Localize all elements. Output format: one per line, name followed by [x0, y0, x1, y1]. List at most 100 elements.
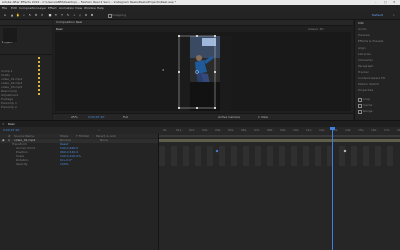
- minimize-button[interactable]: –: [375, 1, 377, 4]
- menu-composition[interactable]: Composition: [19, 7, 38, 10]
- frame-block: [267, 146, 273, 166]
- puppet-icon[interactable]: ✱: [90, 13, 94, 17]
- camera-select[interactable]: Active Camera: [218, 116, 240, 119]
- folder-icon: [38, 77, 40, 79]
- menu-effect[interactable]: Effect: [48, 7, 57, 10]
- close-button[interactable]: ✕: [393, 1, 396, 4]
- frame-block: [279, 146, 285, 166]
- menu-animation[interactable]: Animation: [59, 7, 74, 10]
- menu-help[interactable]: Help: [97, 7, 104, 10]
- hand-icon[interactable]: ✋: [16, 13, 20, 17]
- frame-block: [303, 146, 309, 166]
- right-panel: Info Audio Preview Effects & Presets Ali…: [354, 20, 400, 120]
- project-item[interactable]: Adjustment: [1, 81, 51, 97]
- frame-block: [219, 146, 225, 166]
- project-item[interactable]: video_02.mp4: [1, 69, 51, 85]
- resolution-select[interactable]: Full: [123, 116, 128, 119]
- rectangle-icon[interactable]: ■: [48, 13, 52, 17]
- section-tracker[interactable]: Tracker: [358, 71, 369, 74]
- loop-checkbox[interactable]: [358, 98, 362, 102]
- property-value[interactable]: 100%: [60, 163, 69, 166]
- workspace-name[interactable]: Default: [372, 14, 383, 17]
- ruler-tick: 12s: [319, 128, 325, 132]
- viewer-timecode[interactable]: 0;00;07;20: [88, 116, 104, 119]
- right-panel-title[interactable]: Info: [358, 22, 364, 25]
- orbit-icon[interactable]: ↻: [28, 13, 32, 17]
- ruler-tick: 02s: [189, 128, 195, 132]
- ruler-tick: 17s: [384, 128, 390, 132]
- section-preview[interactable]: Preview: [358, 34, 370, 37]
- search-icon[interactable]: ⌕: [98, 129, 100, 132]
- ruler-tick: 10s: [293, 128, 299, 132]
- text-icon[interactable]: T: [60, 13, 64, 17]
- project-item[interactable]: Solids: [1, 61, 51, 77]
- timeline-timecode[interactable]: 0;00;07;20: [3, 129, 19, 132]
- timeline-tab[interactable]: Reel: [8, 123, 14, 126]
- section-align[interactable]: Align: [358, 47, 366, 50]
- layer-parent[interactable]: None: [100, 139, 108, 142]
- menu-file[interactable]: File: [2, 7, 7, 10]
- menu-edit[interactable]: Edit: [11, 7, 17, 10]
- section-character[interactable]: Character: [358, 59, 373, 62]
- folder-icon: [38, 65, 40, 67]
- section-effects[interactable]: Effects & Presets: [358, 40, 383, 43]
- section-audio[interactable]: Audio: [358, 28, 367, 31]
- project-item[interactable]: Footage: [1, 85, 51, 101]
- stamp-icon[interactable]: ⊥: [72, 13, 76, 17]
- menu-window[interactable]: Window: [84, 7, 96, 10]
- folder-icon: [38, 69, 40, 71]
- project-item[interactable]: Comp 1: [1, 57, 51, 73]
- home-icon[interactable]: ⌂: [3, 13, 7, 17]
- anchor-point-icon[interactable]: ✕: [162, 69, 165, 72]
- layer-bounding-box[interactable]: [170, 30, 224, 114]
- section-properties[interactable]: Properties: [358, 89, 373, 92]
- layer-duration-bar[interactable]: [159, 139, 400, 142]
- selection-icon[interactable]: ▲: [10, 13, 14, 17]
- frame-block: [207, 146, 213, 166]
- pen-icon[interactable]: ✒: [54, 13, 58, 17]
- snapping-label: Snapping: [112, 13, 127, 17]
- playhead[interactable]: [332, 127, 333, 250]
- brush-icon[interactable]: ✎: [66, 13, 70, 17]
- folder-icon: [38, 57, 40, 59]
- frame-block: [351, 146, 357, 166]
- section-content-aware-fill[interactable]: Content-Aware Fill: [358, 77, 385, 80]
- project-thumbnail: [3, 28, 17, 42]
- ruler-tick: 14s: [345, 128, 351, 132]
- frame-block: [243, 146, 249, 166]
- playhead-handle[interactable]: [330, 127, 335, 130]
- frame-block: [315, 146, 321, 166]
- ruler-tick: 08s: [267, 128, 273, 132]
- project-item[interactable]: video_03.mp4: [1, 73, 51, 89]
- cache-checkbox[interactable]: [358, 104, 362, 108]
- eraser-icon[interactable]: ◇: [78, 13, 82, 17]
- close-tab-icon[interactable]: ✕: [2, 123, 5, 126]
- section-paragraph[interactable]: Paragraph: [358, 65, 373, 68]
- zoom-level[interactable]: 25%: [71, 116, 78, 119]
- section-motion-sketch[interactable]: Motion Sketch: [358, 83, 379, 86]
- pan-icon[interactable]: ✥: [34, 13, 38, 17]
- frame-markers: [159, 146, 400, 166]
- search-help-icon[interactable]: ⌕: [393, 14, 395, 17]
- project-item[interactable]: Precomp 1: [1, 89, 51, 105]
- section-libraries[interactable]: Libraries: [358, 53, 371, 56]
- property-row[interactable]: Opacity 100%: [0, 163, 158, 167]
- project-item[interactable]: video_01.mp4: [1, 65, 51, 81]
- menu-view[interactable]: View: [75, 7, 82, 10]
- renderer-label[interactable]: Classic 3D: [308, 28, 324, 31]
- frame-block: [183, 146, 189, 166]
- range-checkbox[interactable]: [358, 110, 362, 114]
- viewer-tab[interactable]: Composition Reel: [56, 21, 82, 24]
- dolly-icon[interactable]: ⇕: [40, 13, 44, 17]
- zoom-icon[interactable]: ⌕: [22, 13, 26, 17]
- roto-icon[interactable]: ⊛: [84, 13, 88, 17]
- visibility-eye-icon[interactable]: ◉: [2, 139, 5, 142]
- ruler-tick: 16s: [371, 128, 377, 132]
- menu-layer[interactable]: Layer: [38, 7, 46, 10]
- project-item[interactable]: Precomp 2: [1, 93, 51, 109]
- maximize-button[interactable]: □: [384, 1, 387, 4]
- viewer-breadcrumb[interactable]: Reel: [56, 28, 62, 31]
- view-layout-select[interactable]: 1 View: [258, 116, 268, 119]
- work-area-bar[interactable]: [159, 135, 400, 137]
- project-item[interactable]: Reel Comp: [1, 77, 51, 93]
